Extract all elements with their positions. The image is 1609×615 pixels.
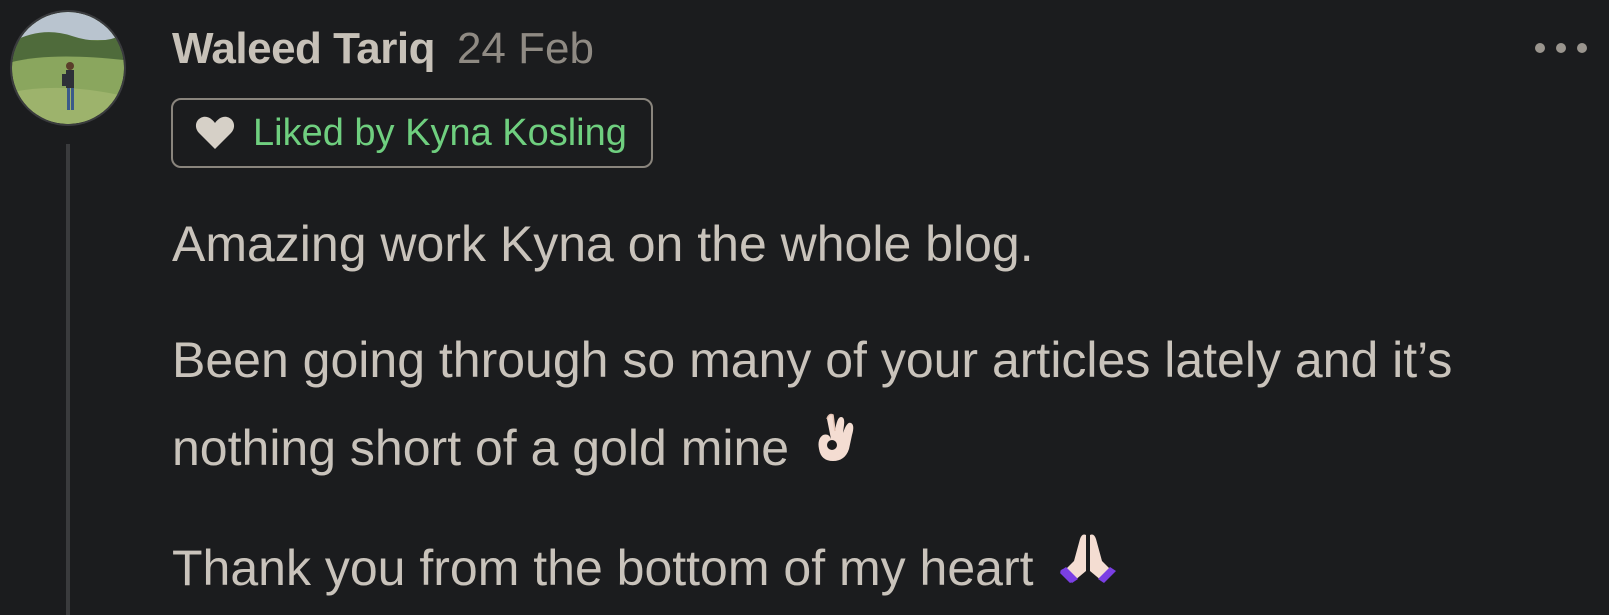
praying-hands-emoji	[1059, 522, 1116, 610]
paragraph-text: Amazing work Kyna on the whole blog.	[172, 216, 1034, 272]
more-dot	[1556, 43, 1566, 53]
comment-paragraph: Amazing work Kyna on the whole blog.	[172, 200, 1552, 288]
author-name[interactable]: Waleed Tariq	[172, 24, 435, 74]
comment-paragraph: Thank you from the bottom of my heart	[172, 524, 1552, 615]
comment-date[interactable]: 24 Feb	[457, 24, 594, 74]
heart-icon	[195, 115, 235, 151]
more-horizontal-icon	[1535, 43, 1545, 53]
more-options-button[interactable]	[1535, 30, 1587, 66]
paragraph-text: Thank you from the bottom of my heart	[172, 539, 1034, 596]
comment-paragraph: Been going through so many of your artic…	[172, 316, 1552, 496]
avatar-photo	[12, 12, 124, 124]
ok-hand-emoji	[815, 402, 857, 490]
liked-by-text: Liked by Kyna Kosling	[253, 111, 627, 154]
thread-line	[66, 144, 70, 615]
liked-by-badge: Liked by Kyna Kosling	[171, 98, 653, 168]
comment-body: Amazing work Kyna on the whole blog. Bee…	[172, 200, 1552, 615]
more-dot	[1577, 43, 1587, 53]
paragraph-text: Been going through so many of your artic…	[172, 332, 1453, 476]
comment-header: Waleed Tariq 24 Feb	[172, 24, 594, 74]
comment-card: Waleed Tariq 24 Feb Liked by Kyna Koslin…	[0, 0, 1609, 615]
avatar[interactable]	[10, 10, 126, 126]
